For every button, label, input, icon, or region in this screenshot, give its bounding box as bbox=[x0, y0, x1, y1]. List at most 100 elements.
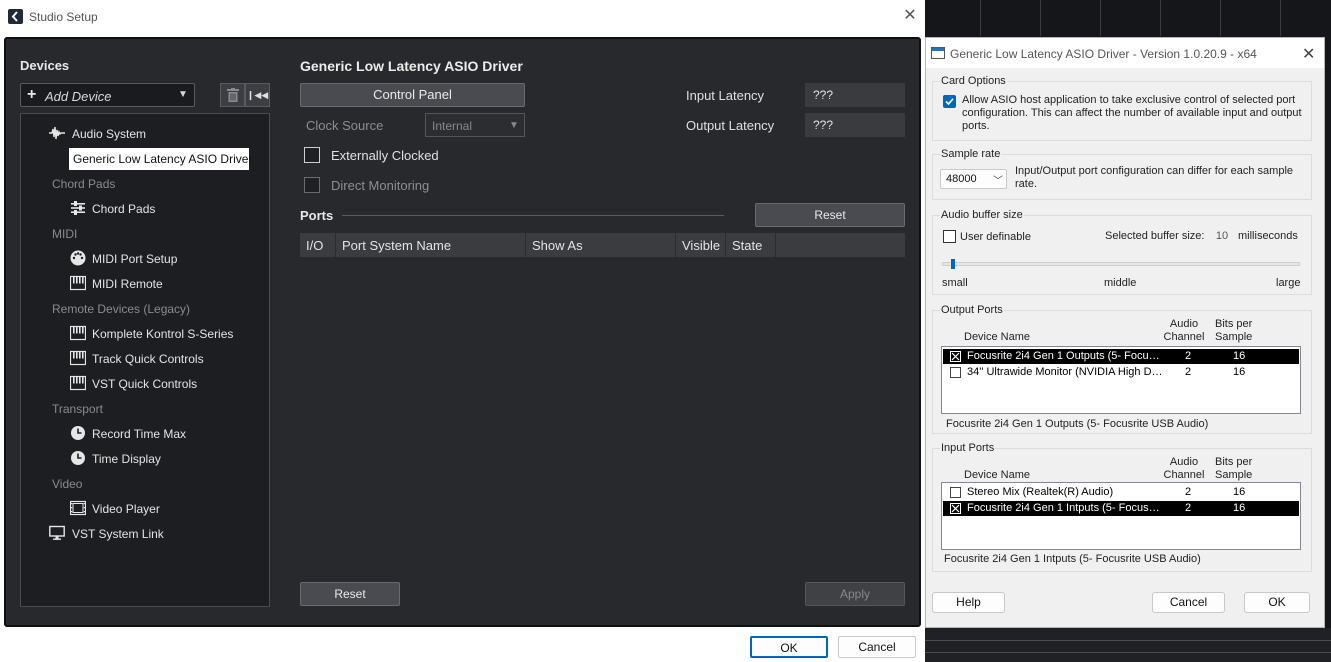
tree-item-time-display[interactable]: Time Display bbox=[92, 452, 161, 466]
apply-button[interactable]: Apply bbox=[805, 582, 905, 606]
output-col-device-name: Device Name bbox=[964, 331, 1031, 343]
slider-middle-label: middle bbox=[1104, 277, 1137, 289]
clock-source-select[interactable]: Internal ▼ bbox=[425, 113, 525, 137]
tree-item-record-time-max[interactable]: Record Time Max bbox=[92, 427, 186, 441]
column-io[interactable]: I/O bbox=[300, 233, 336, 257]
reset-ports-button[interactable]: Reset bbox=[755, 203, 905, 227]
driver-title: Generic Low Latency ASIO Driver bbox=[300, 58, 523, 74]
output-col-audio-channel: Audio Channel bbox=[1163, 318, 1205, 344]
direct-monitoring-label: Direct Monitoring bbox=[331, 178, 430, 193]
reset-device-button[interactable]: ❙◀◀ bbox=[245, 83, 270, 107]
midi-port-icon bbox=[70, 250, 86, 266]
input-port-bits: 16 bbox=[1233, 502, 1246, 514]
chevron-down-icon: ﹀ bbox=[993, 176, 1003, 187]
output-selected-label: Focusrite 2i4 Gen 1 Outputs (5- Focusrit… bbox=[946, 418, 1209, 430]
help-button[interactable]: Help bbox=[932, 592, 1005, 613]
output-latency-value: ??? bbox=[805, 113, 905, 137]
input-ports-list: Stereo Mix (Realtek(R) Audio) 2 16 Focus… bbox=[941, 482, 1301, 550]
tree-item-chord-pads[interactable]: Chord Pads bbox=[92, 202, 155, 216]
exclusive-control-checkbox[interactable] bbox=[943, 95, 956, 108]
dialog-footer: OK Cancel bbox=[0, 628, 925, 662]
input-ports-label: Input Ports bbox=[940, 442, 996, 454]
keyboard-icon bbox=[70, 375, 86, 391]
ok-button[interactable]: OK bbox=[750, 636, 828, 658]
bg-divider bbox=[1040, 0, 1041, 36]
devices-heading: Devices bbox=[20, 58, 70, 73]
selected-buffer-value: 10 bbox=[1207, 226, 1237, 246]
buffer-slider-track[interactable] bbox=[942, 262, 1300, 266]
column-show-as[interactable]: Show As bbox=[526, 233, 676, 257]
slider-large-label: large bbox=[1276, 277, 1301, 289]
background-strip bbox=[925, 628, 1331, 662]
asio-cancel-button[interactable]: Cancel bbox=[1152, 592, 1225, 613]
output-port-checkbox[interactable] bbox=[950, 367, 961, 378]
cubase-logo-icon bbox=[8, 9, 23, 24]
clock-icon bbox=[71, 426, 85, 440]
exclusive-control-text: Allow ASIO host application to take excl… bbox=[962, 94, 1302, 132]
milliseconds-label: milliseconds bbox=[1238, 230, 1298, 242]
col-audio: Audio bbox=[1169, 456, 1199, 468]
remove-device-button[interactable] bbox=[220, 83, 245, 107]
sample-rate-note: Input/Output port configuration can diff… bbox=[1015, 165, 1294, 190]
buffer-slider-thumb[interactable] bbox=[951, 259, 955, 269]
tree-item-vst-quick-controls[interactable]: VST Quick Controls bbox=[92, 377, 197, 391]
tree-item-generic-asio-driver[interactable]: Generic Low Latency ASIO Driver bbox=[69, 148, 252, 170]
tree-item-komplete-kontrol[interactable]: Komplete Kontrol S-Series bbox=[92, 327, 233, 341]
x-mark-icon bbox=[951, 504, 960, 513]
input-col-bits: Bits per Sample bbox=[1215, 456, 1252, 482]
externally-clocked-label: Externally Clocked bbox=[331, 148, 439, 163]
asio-ok-button[interactable]: OK bbox=[1244, 592, 1310, 613]
control-panel-button[interactable]: Control Panel bbox=[300, 83, 525, 107]
input-col-audio-channel: Audio Channel bbox=[1163, 456, 1205, 482]
column-state[interactable]: State bbox=[726, 233, 776, 257]
card-options-label: Card Options bbox=[940, 75, 1007, 87]
selected-buffer-label: Selected buffer size: bbox=[1105, 230, 1205, 242]
input-port-checkbox[interactable] bbox=[950, 503, 961, 514]
title-bar: Studio Setup ✕ bbox=[0, 0, 925, 34]
tree-item-audio-system[interactable]: Audio System bbox=[72, 127, 146, 141]
output-port-checkbox[interactable] bbox=[950, 351, 961, 362]
tree-item-midi-remote[interactable]: MIDI Remote bbox=[92, 277, 163, 291]
input-port-checkbox[interactable] bbox=[950, 487, 961, 498]
plus-icon: + bbox=[27, 86, 37, 103]
output-col-bits: Bits per Sample bbox=[1215, 318, 1252, 344]
add-device-dropdown[interactable]: + Add Device ▼ bbox=[20, 83, 195, 107]
waveform-icon bbox=[49, 126, 65, 140]
input-latency-value: ??? bbox=[805, 83, 905, 107]
output-port-name: Focusrite 2i4 Gen 1 Outputs (5- Focusrit… bbox=[967, 350, 1163, 362]
direct-monitoring-checkbox[interactable] bbox=[304, 177, 320, 193]
clock-source-value: Internal bbox=[432, 119, 473, 133]
rewind-icon: ❙◀◀ bbox=[246, 90, 269, 100]
keyboard-icon bbox=[70, 325, 86, 341]
input-port-row[interactable]: Focusrite 2i4 Gen 1 Intputs (5- Focusrit… bbox=[943, 501, 1299, 516]
tree-item-vst-system-link[interactable]: VST System Link bbox=[72, 527, 164, 541]
cancel-button[interactable]: Cancel bbox=[838, 636, 916, 658]
output-port-channel: 2 bbox=[1185, 350, 1192, 362]
close-icon[interactable]: ✕ bbox=[1302, 44, 1315, 64]
column-visible[interactable]: Visible bbox=[676, 233, 726, 257]
checkmark-icon bbox=[945, 98, 954, 106]
sample-rate-select[interactable]: 48000 ﹀ bbox=[940, 169, 1007, 189]
tree-item-video-player[interactable]: Video Player bbox=[92, 502, 160, 516]
input-port-row[interactable]: Stereo Mix (Realtek(R) Audio) 2 16 bbox=[943, 485, 1299, 500]
column-port-system-name[interactable]: Port System Name bbox=[336, 233, 526, 257]
clock-icon bbox=[71, 451, 85, 465]
output-port-name: 34'' Ultrawide Monitor (NVIDIA High Defi… bbox=[967, 366, 1163, 378]
close-icon[interactable]: ✕ bbox=[902, 8, 918, 24]
reset-button[interactable]: Reset bbox=[300, 582, 400, 606]
tree-item-track-quick-controls[interactable]: Track Quick Controls bbox=[92, 352, 204, 366]
input-port-channel: 2 bbox=[1185, 502, 1192, 514]
input-port-bits: 16 bbox=[1233, 486, 1246, 498]
user-definable-checkbox[interactable] bbox=[943, 230, 956, 243]
bg-divider bbox=[1100, 0, 1101, 36]
col-sample: Sample bbox=[1215, 469, 1253, 481]
clock-source-label: Clock Source bbox=[306, 118, 384, 133]
input-port-name: Stereo Mix (Realtek(R) Audio) bbox=[967, 486, 1114, 498]
window-title: Studio Setup bbox=[29, 10, 98, 24]
bg-line bbox=[925, 640, 1331, 641]
output-port-row[interactable]: Focusrite 2i4 Gen 1 Outputs (5- Focusrit… bbox=[943, 349, 1299, 364]
externally-clocked-checkbox[interactable] bbox=[304, 147, 320, 163]
tree-item-midi-port-setup[interactable]: MIDI Port Setup bbox=[92, 252, 177, 266]
output-port-row[interactable]: 34'' Ultrawide Monitor (NVIDIA High Defi… bbox=[943, 365, 1299, 380]
ports-divider bbox=[342, 215, 724, 216]
